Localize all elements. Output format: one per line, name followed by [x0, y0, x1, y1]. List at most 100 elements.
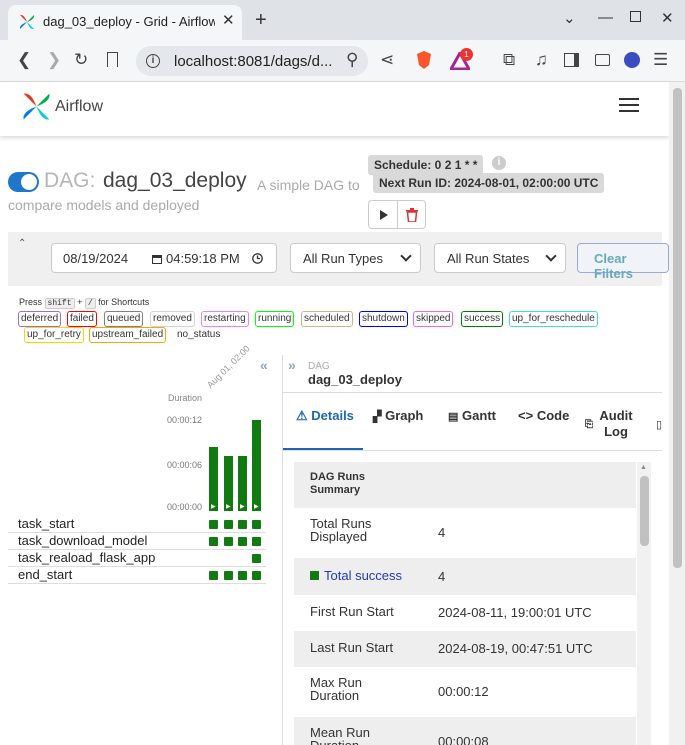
tab-graph-label: Graph	[385, 408, 424, 423]
extensions-icon[interactable]: ⧉	[503, 50, 515, 70]
expand-details-icon[interactable]: »	[288, 357, 296, 373]
more-tabs-icon[interactable]: ▯	[656, 418, 662, 431]
media-icon[interactable]: ♫	[535, 50, 548, 70]
state-chip-success[interactable]: success	[461, 311, 504, 327]
dag-description: A simple DAG to compare models and deplo…	[8, 177, 360, 213]
maximize-icon[interactable]	[630, 11, 641, 22]
airflow-logo-icon[interactable]	[20, 90, 53, 123]
task-instance-square[interactable]	[209, 537, 218, 546]
clear-filters-button[interactable]: Clear Filters	[577, 243, 669, 281]
summary-key: Max Run Duration	[310, 675, 363, 703]
task-instance-square[interactable]	[224, 537, 233, 546]
task-instance-square[interactable]	[224, 571, 233, 580]
task-name: task_reaload_flask_app	[18, 550, 156, 565]
details-scrollbar-thumb[interactable]	[640, 476, 649, 546]
schedule-info-icon[interactable]: i	[492, 156, 506, 170]
collapse-filters-icon[interactable]: ⌃	[18, 238, 26, 249]
run-date-label: Aug 01, 02:00	[205, 343, 252, 391]
details-dag-name[interactable]: dag_03_deploy	[308, 372, 402, 387]
run-types-select[interactable]: All Run Types	[290, 243, 421, 273]
scroll-up-icon[interactable]: ▲	[640, 464, 647, 471]
url-text: localhost:8081/dags/d...	[174, 53, 333, 70]
clock-icon[interactable]	[252, 253, 263, 264]
state-chip-scheduled[interactable]: scheduled	[301, 311, 353, 327]
close-tab-icon[interactable]: ✕	[222, 11, 235, 29]
forward-icon[interactable]: ❯	[47, 50, 61, 70]
task-instance-square[interactable]	[252, 520, 261, 529]
run-types-value: All Run Types	[303, 251, 383, 266]
tab-code[interactable]: <> Code	[518, 408, 569, 423]
shortcuts-press: Press	[19, 297, 43, 307]
summary-key[interactable]: Total success	[324, 569, 434, 582]
base-date-input[interactable]: 08/19/2024 04:59:18 PM	[51, 243, 277, 273]
task-instance-square[interactable]	[238, 571, 247, 580]
reload-icon[interactable]: ↻	[74, 50, 88, 70]
zoom-icon[interactable]: ⚲	[346, 50, 358, 70]
task-name: task_start	[18, 516, 75, 531]
delete-dag-button[interactable]	[397, 200, 426, 229]
schedule-badge: Schedule: 0 2 1 * *	[368, 155, 484, 175]
state-chip-deferred[interactable]: deferred	[18, 311, 62, 327]
collapse-grid-icon[interactable]: «	[260, 357, 268, 373]
menu-icon[interactable]: ☰	[653, 50, 668, 70]
share-icon[interactable]: ⋖	[380, 50, 394, 70]
panel-divider[interactable]	[282, 355, 283, 745]
summary-value: 2024-08-11, 19:00:01 UTC	[438, 605, 592, 620]
task-instance-square[interactable]	[209, 571, 218, 580]
task-instance-square[interactable]	[252, 571, 261, 580]
vpn-icon[interactable]	[624, 52, 640, 68]
tab-details-label: Details	[311, 408, 354, 423]
task-instance-square[interactable]	[252, 537, 261, 546]
task-instance-square[interactable]	[224, 520, 233, 529]
state-chip-up-for-reschedule[interactable]: up_for_reschedule	[509, 311, 598, 327]
minimize-icon[interactable]: —	[598, 9, 613, 26]
bookmark-icon[interactable]	[107, 52, 118, 67]
new-tab-icon[interactable]: +	[255, 9, 267, 32]
state-chip-up-for-retry[interactable]: up_for_retry	[24, 327, 84, 343]
state-chip-restarting[interactable]: restarting	[201, 311, 249, 327]
time-value: 04:59:18 PM	[166, 251, 240, 266]
details-dag-label: DAG	[308, 361, 330, 372]
tab-audit-log[interactable]: ⎘ Audit Log	[585, 408, 633, 440]
run-states-select[interactable]: All Run States	[434, 243, 566, 273]
chevron-down-icon	[400, 250, 412, 262]
brave-shield-icon[interactable]	[415, 50, 433, 70]
browser-tab[interactable]: dag_03_deploy - Grid - Airflow ✕	[8, 5, 242, 40]
task-instance-square[interactable]	[238, 520, 247, 529]
task-row[interactable]: task_reaload_flask_app	[8, 550, 266, 567]
run-type-play-icon: ▶	[240, 504, 245, 510]
task-instance-square[interactable]	[238, 537, 247, 546]
task-instance-square[interactable]	[252, 554, 261, 563]
summary-key: Total Runs Displayed	[310, 516, 372, 544]
wallet-icon[interactable]	[595, 54, 610, 66]
hamburger-menu-icon[interactable]	[619, 98, 639, 112]
close-window-icon[interactable]: ✕	[661, 9, 674, 27]
site-info-icon[interactable]: i	[146, 54, 160, 68]
state-chip-queued[interactable]: queued	[104, 311, 144, 327]
dag-runs-summary-table: DAG Runs Summary Total Runs Displayed 4 To…	[294, 462, 636, 745]
calendar-icon[interactable]	[152, 254, 162, 264]
state-chip-upstream-failed[interactable]: upstream_failed	[89, 327, 167, 343]
tab-graph[interactable]: ▞ Graph	[373, 408, 423, 423]
page-scrollbar-thumb[interactable]	[673, 88, 682, 568]
state-chip-skipped[interactable]: skipped	[413, 311, 454, 327]
state-chip-shutdown[interactable]: shutdown	[359, 311, 408, 327]
back-icon[interactable]: ❮	[17, 50, 31, 70]
tab-search-chevron-icon[interactable]: ⌄	[563, 9, 576, 27]
shift-key: shift	[44, 298, 75, 309]
run-duration-bar[interactable]	[252, 420, 261, 511]
run-duration-bar[interactable]	[209, 447, 218, 511]
logo-text[interactable]: Airflow	[55, 98, 103, 116]
task-instance-square[interactable]	[209, 520, 218, 529]
trigger-dag-button[interactable]	[368, 200, 398, 229]
state-chip-removed[interactable]: removed	[150, 311, 195, 327]
address-bar[interactable]: i localhost:8081/dags/d...	[136, 46, 368, 76]
tab-gantt[interactable]: ▤ Gantt	[448, 408, 496, 423]
state-chip-no-status[interactable]: no_status	[174, 327, 224, 343]
tab-details[interactable]: ⚠ Details	[296, 408, 354, 424]
shortcuts-suffix: for Shortcuts	[98, 297, 150, 307]
state-chip-failed[interactable]: failed	[67, 311, 97, 327]
state-chip-running[interactable]: running	[255, 311, 295, 327]
duration-tick: 00:00:12	[167, 415, 203, 425]
sidebar-icon[interactable]	[564, 53, 579, 67]
